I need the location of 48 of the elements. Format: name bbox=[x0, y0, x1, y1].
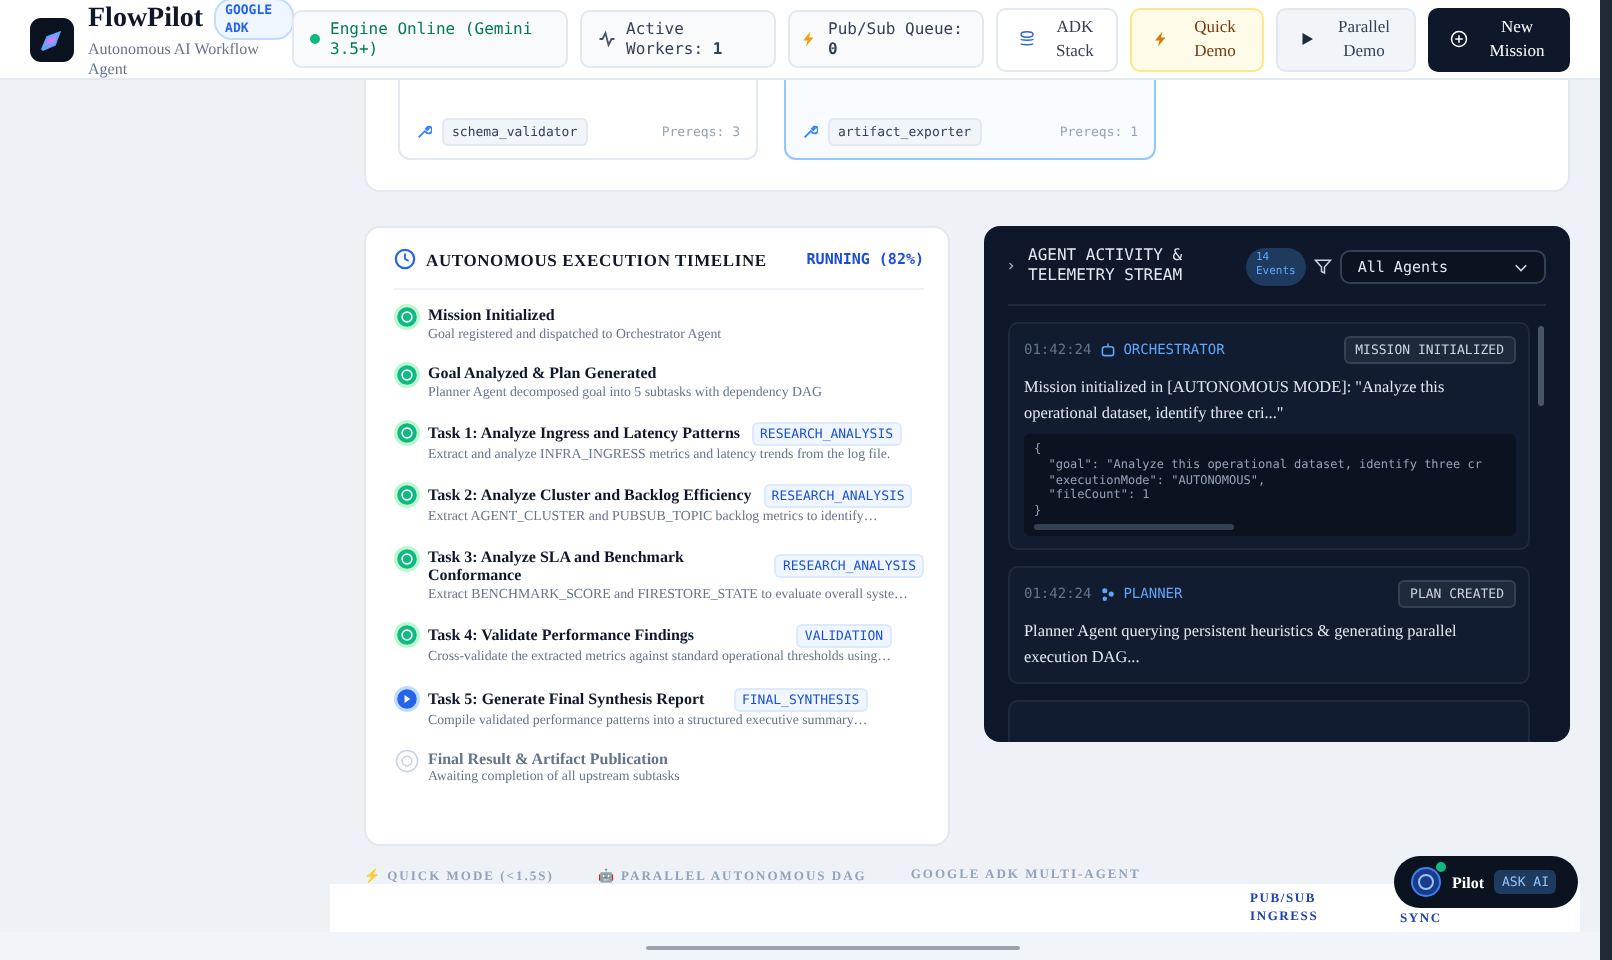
step-title: Final Result & Artifact Publication bbox=[428, 749, 668, 769]
play-icon bbox=[1298, 30, 1316, 48]
scrollbar[interactable] bbox=[1034, 524, 1234, 531]
bolt-icon bbox=[1152, 30, 1170, 48]
empty-circle-icon bbox=[394, 747, 420, 774]
step-title: Task 1: Analyze Ingress and Latency Patterns bbox=[428, 424, 741, 444]
online-dot bbox=[310, 34, 320, 44]
step-title: Task 4: Validate Performance Findings bbox=[428, 626, 695, 646]
quick-button[interactable]: Quick Demo bbox=[1130, 7, 1264, 71]
step-title: Goal Analyzed & Plan Generated bbox=[428, 363, 657, 384]
pulse-icon bbox=[598, 30, 616, 48]
scrollbar[interactable] bbox=[1600, 0, 1612, 960]
timeline-title: AUTONOMOUS EXECUTION TIMELINE bbox=[426, 249, 767, 269]
check-circle-icon bbox=[394, 622, 420, 649]
clock-icon bbox=[394, 248, 416, 270]
event-message: Mission initialized in [AUTONOMOUS MODE]: "Analyze this operational dataset, identify three cri..." bbox=[1024, 375, 1447, 426]
check-circle-icon bbox=[394, 304, 420, 330]
step-title: Task 5: Generate Final Synthesis Report bbox=[428, 689, 705, 709]
check-circle-icon bbox=[394, 545, 420, 572]
step-title: Task 3: Analyze SLA and Benchmark Conformance bbox=[428, 547, 686, 586]
status-text: Engine Online (Gemini 3.5+) bbox=[330, 19, 535, 59]
wrench-icon bbox=[802, 123, 818, 139]
stack-button[interactable]: ADK Stack bbox=[996, 7, 1118, 71]
check-circle-icon bbox=[394, 419, 420, 446]
parallel-button[interactable]: Parallel Demo bbox=[1276, 7, 1416, 71]
layers-icon bbox=[1018, 30, 1036, 48]
chevron-down-icon bbox=[1514, 259, 1528, 274]
bolt-icon bbox=[800, 30, 818, 48]
nodes-icon bbox=[1099, 586, 1116, 603]
activity-title: AGENT ACTIVITY & TELEMETRY STREAM bbox=[1028, 246, 1185, 288]
filter-icon[interactable] bbox=[1313, 257, 1332, 276]
scrollbar[interactable] bbox=[646, 946, 1020, 950]
plus-circle-icon bbox=[1450, 30, 1468, 48]
app-name: FlowPilot bbox=[88, 3, 204, 35]
check-circle-icon bbox=[394, 361, 420, 388]
status-text: Active Workers: 1 bbox=[626, 19, 725, 59]
status-text: Pub/Sub Queue: 0 bbox=[828, 19, 965, 59]
step-title: Mission Initialized bbox=[428, 306, 555, 326]
new-button[interactable]: New Mission bbox=[1428, 7, 1570, 71]
app-subtitle: Autonomous AI Workflow Agent bbox=[88, 39, 261, 80]
event-message: Planner Agent querying persistent heuristics & generating parallel execution DAG... bbox=[1024, 620, 1459, 671]
step-title: Task 2: Analyze Cluster and Backlog Efficiency bbox=[428, 486, 752, 507]
robot-icon bbox=[1099, 341, 1116, 358]
assistant-avatar-icon bbox=[1410, 866, 1442, 898]
play-circle-icon bbox=[394, 685, 420, 712]
wrench-icon bbox=[416, 123, 432, 139]
check-circle-icon bbox=[394, 482, 420, 509]
scrollbar[interactable] bbox=[1538, 325, 1544, 406]
